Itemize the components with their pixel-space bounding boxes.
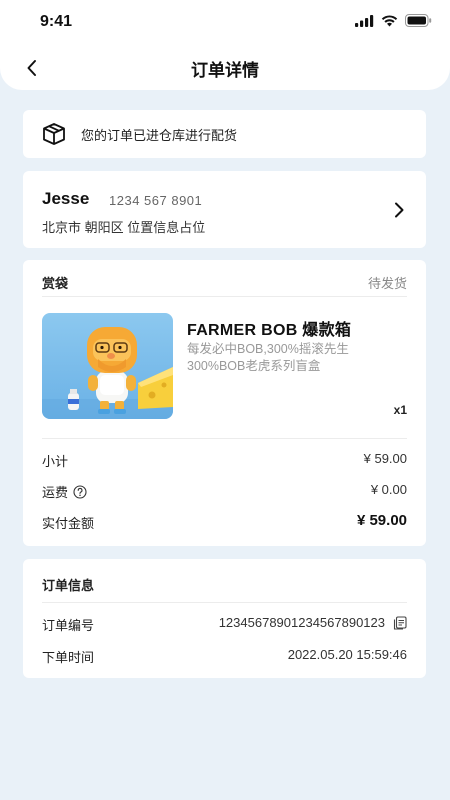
order-number-group: 12345678901234567890123 (219, 615, 407, 630)
order-number-value: 12345678901234567890123 (218, 615, 385, 630)
shipping-fee-label: 运费 (42, 485, 69, 500)
shipping-fee-value: ¥ 0.00 (370, 482, 407, 497)
shipping-notice-card: 您的订单已进仓库进行配货 (23, 110, 426, 158)
address-card[interactable]: Jesse 1234 567 8901 北京市 朝阳区 位置信息占位 (23, 171, 426, 248)
status-time: 9:41 (40, 13, 73, 30)
order-info-card: 订单信息 订单编号 12345678901234567890123 下单时间 2… (23, 559, 426, 678)
address-detail: 北京市 朝阳区 位置信息占位 (42, 220, 206, 235)
order-type-label: 赏袋 (42, 276, 69, 291)
copy-icon[interactable] (393, 615, 407, 630)
order-number-label: 订单编号 (42, 618, 95, 633)
notice-text: 您的订单已进仓库进行配货 (81, 127, 238, 143)
order-status-badge: 待发货 (367, 276, 407, 291)
chevron-right-icon[interactable] (390, 200, 408, 220)
product-desc-line: 每发必中BOB,300%摇滚先生 (187, 342, 349, 356)
product-image[interactable] (42, 313, 173, 419)
recipient-name: Jesse (42, 189, 90, 208)
product-title[interactable]: FARMER BOB 爆款箱 (187, 316, 351, 340)
order-card: 赏袋 待发货 FARMER BOB 爆款箱 每发必中BOB,300%摇滚先生 3… (23, 260, 426, 546)
signal-icon (355, 14, 374, 27)
divider (42, 438, 407, 439)
nav-bar: 订单详情 (0, 46, 450, 90)
subtotal-label: 小计 (42, 454, 69, 469)
total-value: ¥ 59.00 (356, 512, 407, 529)
order-number-row: 订单编号 12345678901234567890123 (42, 615, 407, 635)
shipping-fee-row: 运费 ¥ 0.00 (42, 482, 407, 502)
order-time-label: 下单时间 (42, 650, 95, 665)
total-label: 实付金额 (42, 516, 95, 531)
order-info-header: 订单信息 (42, 559, 407, 603)
battery-icon (405, 14, 432, 27)
order-card-header: 赏袋 待发货 (42, 260, 407, 297)
recipient-phone: 1234 567 8901 (109, 193, 203, 208)
product-quantity: x1 (393, 403, 407, 417)
total-row: 实付金额 ¥ 59.00 (42, 512, 407, 533)
product-desc-line: 300%BOB老虎系列盲盒 (187, 359, 321, 373)
status-icons (355, 14, 432, 27)
order-info-title: 订单信息 (42, 578, 95, 593)
page-title: 订单详情 (191, 61, 259, 80)
help-circle-icon[interactable] (73, 484, 87, 499)
shipping-fee-label-group: 运费 (42, 482, 87, 501)
order-time-value: 2022.05.20 15:59:46 (287, 647, 407, 662)
header: 9:41 订单详情 (0, 0, 450, 90)
status-bar: 9:41 (0, 0, 450, 46)
product-description: 每发必中BOB,300%摇滚先生 300%BOB老虎系列盲盒 (187, 341, 387, 375)
subtotal-value: ¥ 59.00 (363, 451, 407, 466)
subtotal-row: 小计 ¥ 59.00 (42, 451, 407, 471)
order-time-row: 下单时间 2022.05.20 15:59:46 (42, 647, 407, 667)
package-box-icon (43, 123, 65, 145)
wifi-icon (381, 14, 398, 26)
